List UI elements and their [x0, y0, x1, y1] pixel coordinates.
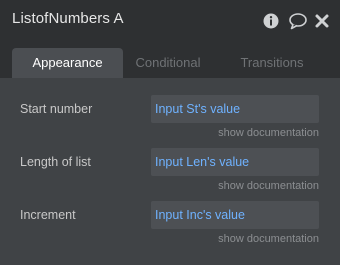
field-label: Start number — [20, 102, 93, 116]
start-number-input[interactable]: Input St's value — [151, 95, 319, 123]
field-label: Length of list — [20, 155, 91, 169]
show-documentation-link[interactable]: show documentation — [218, 127, 319, 139]
field-row-length-of-list: Length of list Input Len's value show do… — [0, 148, 340, 198]
field-row-start-number: Start number Input St's value show docum… — [0, 95, 340, 145]
field-label: Increment — [20, 208, 76, 222]
property-editor-panel: ListofNumbers A Appearance Conditional T… — [0, 0, 340, 265]
panel-title: ListofNumbers A — [12, 10, 124, 27]
info-icon[interactable] — [262, 12, 280, 30]
title-actions — [262, 12, 332, 30]
tab-content: Start number Input St's value show docum… — [0, 78, 340, 265]
appearance-properties: Start number Input St's value show docum… — [0, 78, 340, 265]
comment-icon[interactable] — [288, 12, 307, 30]
length-of-list-input[interactable]: Input Len's value — [151, 148, 319, 176]
show-documentation-link[interactable]: show documentation — [218, 180, 319, 192]
show-documentation-link[interactable]: show documentation — [218, 233, 319, 245]
close-icon[interactable] — [314, 12, 332, 30]
field-row-increment: Increment Input Inc's value show documen… — [0, 201, 340, 251]
increment-input[interactable]: Input Inc's value — [151, 201, 319, 229]
title-bar[interactable]: ListofNumbers A — [0, 0, 340, 42]
